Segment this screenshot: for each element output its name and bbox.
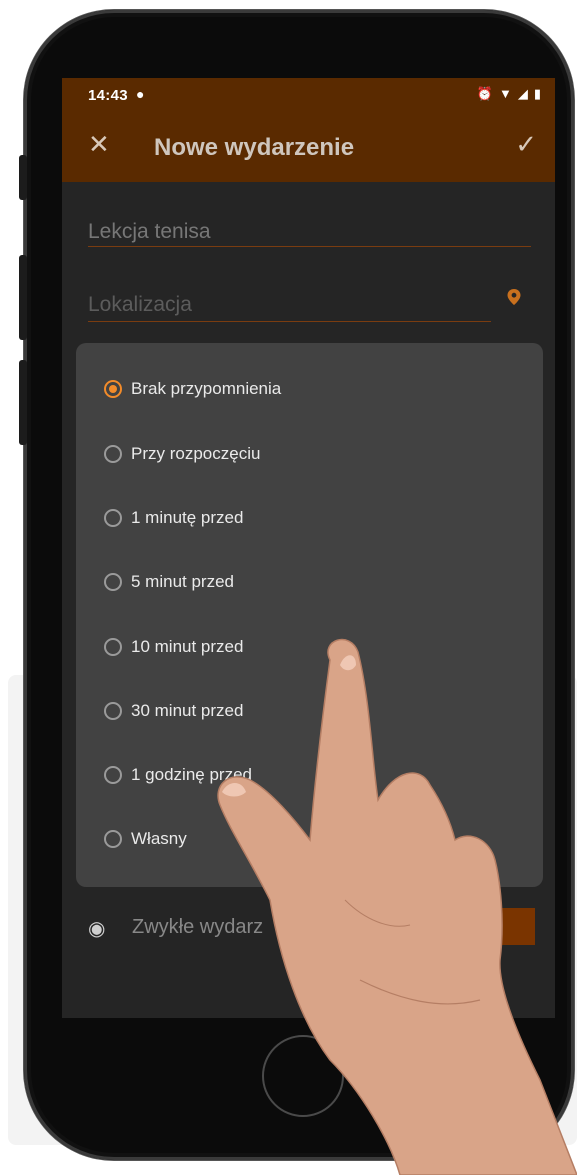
option-label: 10 minut przed <box>131 637 244 656</box>
reminder-option-10-minutes[interactable]: 10 minut przed <box>104 632 243 662</box>
option-label: Brak przypomnienia <box>131 379 282 398</box>
option-label: 1 minutę przed <box>131 508 244 527</box>
phone-volume-down <box>19 360 27 445</box>
phone-mute-switch <box>19 155 27 200</box>
radio-button[interactable] <box>104 766 122 784</box>
status-time: 14:43 <box>88 87 128 104</box>
reminder-option-at-start[interactable]: Przy rozpoczęciu <box>104 439 260 469</box>
title-underline <box>88 246 531 247</box>
reminder-option-1-minute[interactable]: 1 minutę przed <box>104 503 243 533</box>
status-icons: ⏰ ▼ ◢ ▮ <box>477 86 541 102</box>
phone-screen: 14:43 ● ⏰ ▼ ◢ ▮ ✕ Nowe wydarzenie ✓ Lekc… <box>62 78 555 1018</box>
app-bar: ✕ Nowe wydarzenie ✓ <box>62 112 555 182</box>
reminder-option-30-minutes[interactable]: 30 minut przed <box>104 696 243 726</box>
radio-button[interactable] <box>104 509 122 527</box>
location-pin-icon[interactable] <box>506 289 522 305</box>
reminder-dialog: Brak przypomnienia Przy rozpoczęciu 1 mi… <box>76 343 543 887</box>
signal-icon: ◢ <box>517 86 528 101</box>
location-underline <box>88 321 491 322</box>
home-button[interactable] <box>262 1035 344 1117</box>
option-label: 5 minut przed <box>131 572 234 591</box>
event-color-swatch[interactable] <box>495 908 535 945</box>
radio-button[interactable] <box>104 445 122 463</box>
radio-button[interactable] <box>104 702 122 720</box>
close-icon[interactable]: ✕ <box>88 131 110 157</box>
event-type-label: Zwykłe wydarz <box>132 916 264 938</box>
page-title: Nowe wydarzenie <box>154 134 355 161</box>
reminder-option-5-minutes[interactable]: 5 minut przed <box>104 567 234 597</box>
event-type-row[interactable]: ◉ Zwykłe wydarz <box>62 898 555 978</box>
phone-volume-up <box>19 255 27 340</box>
radio-selected[interactable] <box>104 380 122 398</box>
option-label: Przy rozpoczęciu <box>131 444 261 463</box>
alarm-icon: ⏰ <box>476 86 493 101</box>
battery-icon: ▮ <box>533 86 541 101</box>
check-icon[interactable]: ✓ <box>515 131 537 157</box>
radio-button[interactable] <box>104 573 122 591</box>
radio-button[interactable] <box>104 638 122 656</box>
reminder-option-none[interactable]: Brak przypomnienia <box>104 374 281 404</box>
location-field[interactable]: Lokalizacja <box>88 293 192 317</box>
radio-button[interactable] <box>104 830 122 848</box>
option-label: 30 minut przed <box>131 701 244 720</box>
option-label: Własny <box>131 829 187 848</box>
event-title-field[interactable]: Lekcja tenisa <box>88 220 211 244</box>
option-label: 1 godzinę przed <box>131 765 252 784</box>
wifi-icon: ▼ <box>498 86 512 101</box>
status-bar: 14:43 ● ⏰ ▼ ◢ ▮ <box>62 78 555 112</box>
reminder-option-custom[interactable]: Własny <box>104 824 187 854</box>
palette-icon: ◉ <box>88 918 106 940</box>
reminder-option-1-hour[interactable]: 1 godzinę przed <box>104 760 252 790</box>
notification-icon: ● <box>136 86 145 102</box>
